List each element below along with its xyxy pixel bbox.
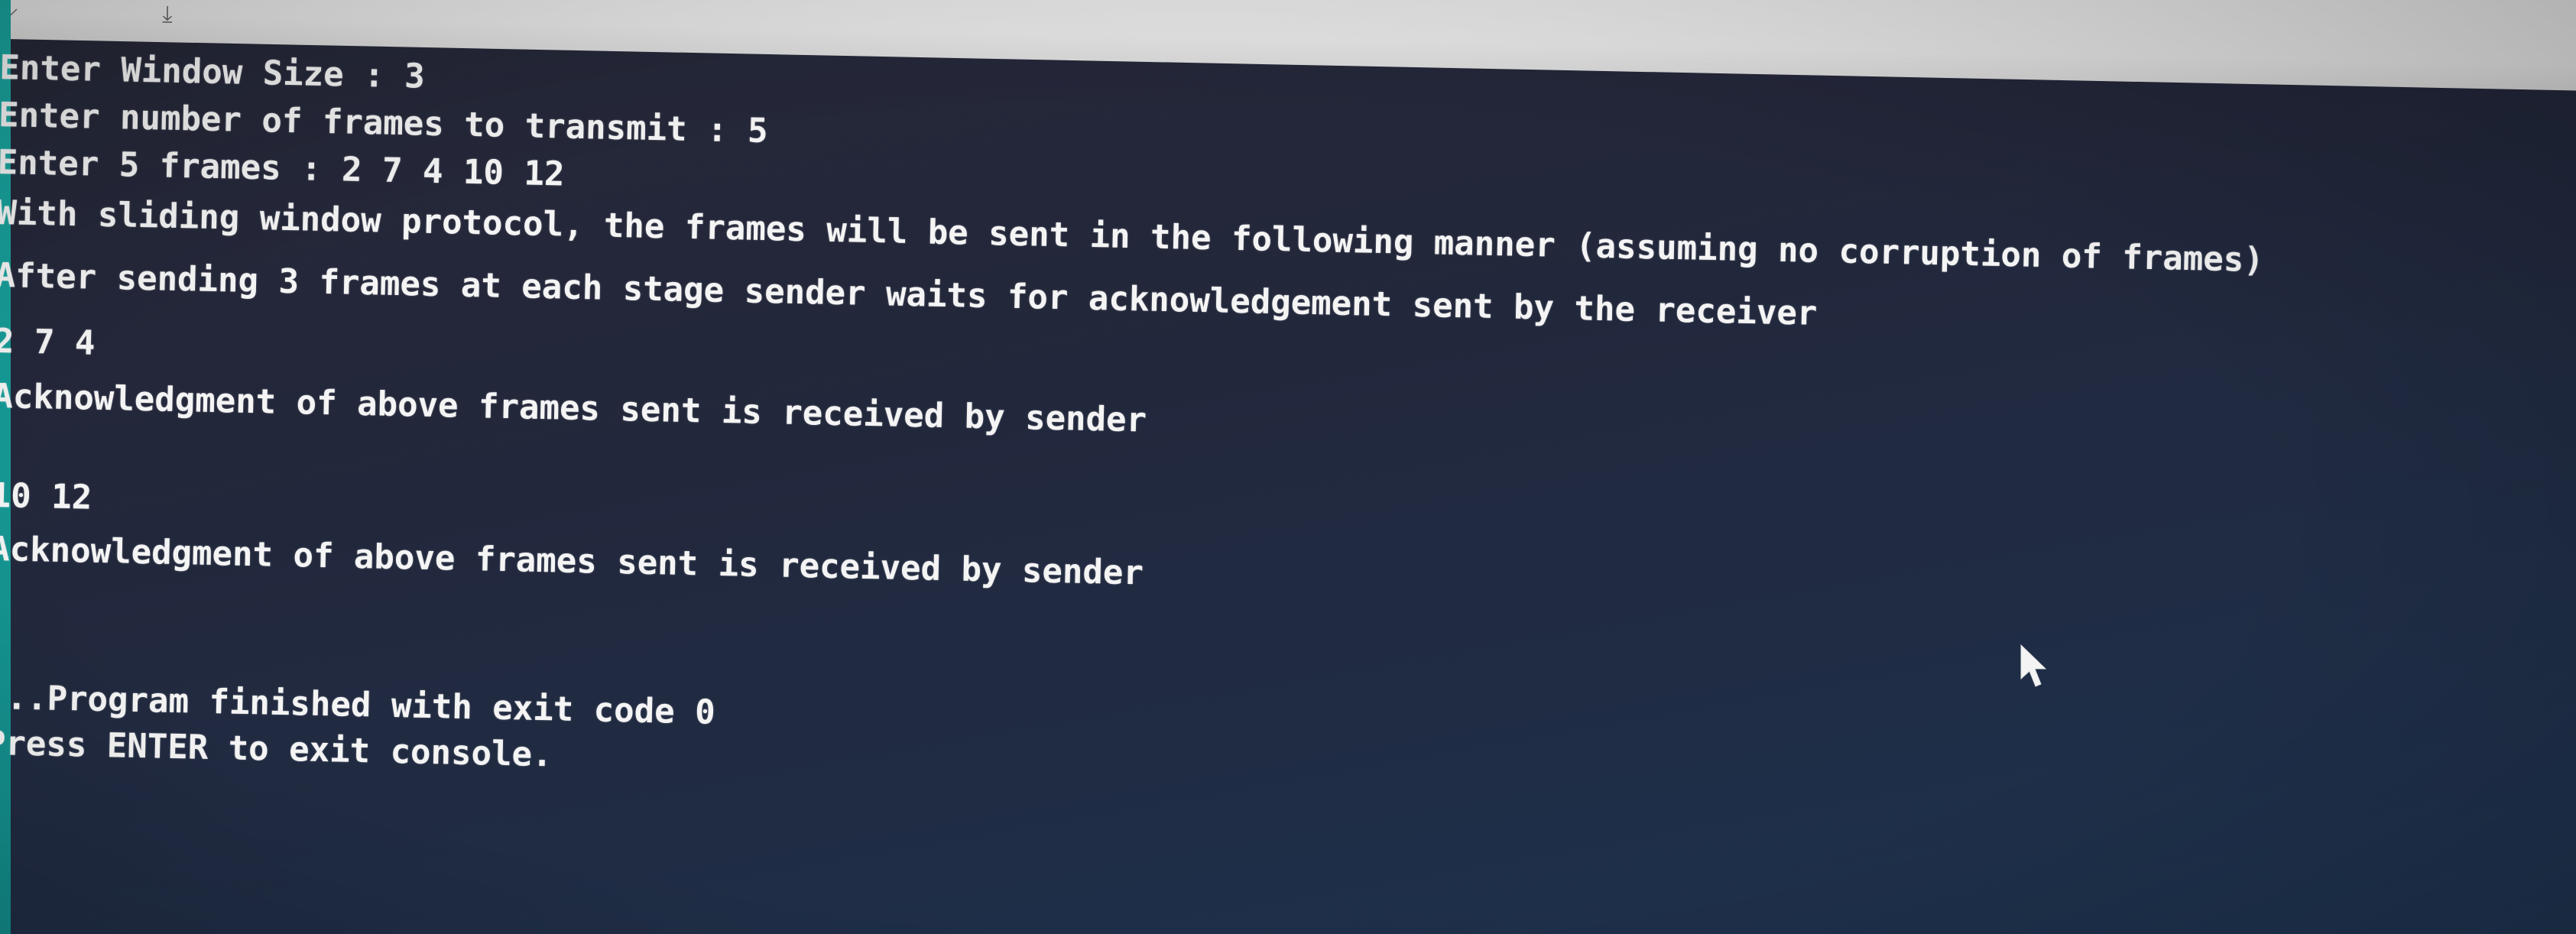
- console-line: Enter Window Size : 3: [0, 47, 426, 96]
- left-edge-strip: [0, 0, 11, 934]
- screen: ⌵ ⤓ Enter Window Size : 3 Enter number o…: [0, 0, 2576, 934]
- download-icon[interactable]: ⤓: [162, 1, 173, 28]
- console-line: Acknowledgment of above frames sent is r…: [0, 376, 1147, 440]
- exit-prompt: Press ENTER to exit console.: [0, 723, 553, 775]
- console-line: Enter 5 frames : 2 7 4 10 12: [0, 142, 565, 194]
- console-line: Acknowledgment of above frames sent is r…: [0, 529, 1144, 593]
- console-line: Enter number of frames to transmit : 5: [0, 95, 769, 151]
- console-line: After sending 3 frames at each stage sen…: [0, 255, 1818, 333]
- console-line: 2 7 4: [0, 321, 96, 363]
- mouse-cursor-icon: [2020, 644, 2047, 687]
- console-line: 10 12: [0, 475, 92, 517]
